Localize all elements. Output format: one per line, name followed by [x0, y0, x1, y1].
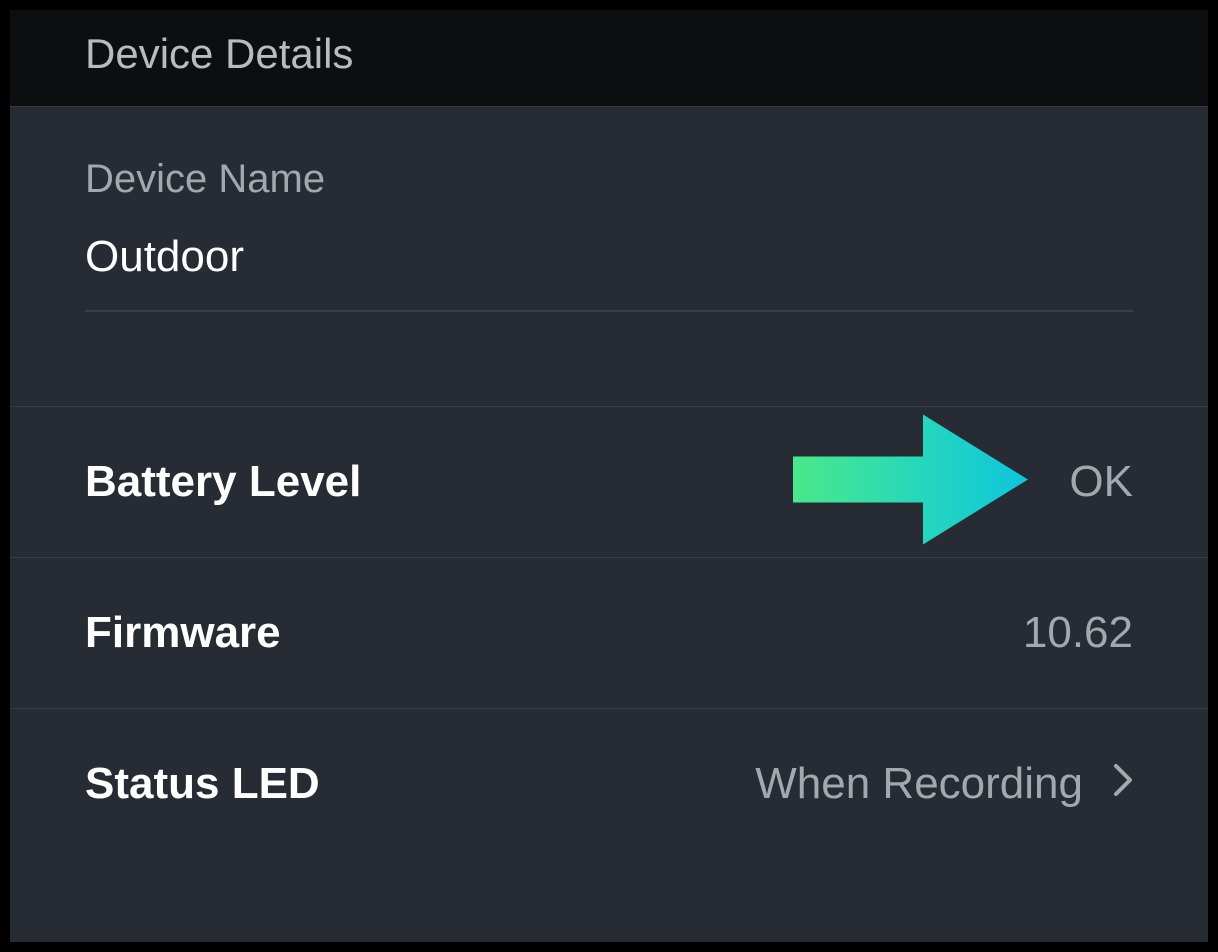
arrow-right-icon — [793, 415, 1028, 550]
chevron-right-icon — [1113, 762, 1133, 807]
header: Device Details — [10, 10, 1208, 107]
header-title: Device Details — [85, 30, 1208, 78]
battery-level-value-group: OK — [1069, 457, 1133, 507]
battery-level-value: OK — [1069, 457, 1133, 507]
device-name-label: Device Name — [10, 107, 1208, 212]
firmware-row: Firmware 10.62 — [10, 558, 1208, 709]
firmware-value-group: 10.62 — [1023, 608, 1133, 658]
device-details-panel: Device Details Device Name Outdoor Batte… — [10, 10, 1208, 942]
battery-level-row: Battery Level OK — [10, 407, 1208, 558]
spacer — [10, 312, 1208, 407]
status-led-label: Status LED — [85, 759, 320, 809]
status-led-row[interactable]: Status LED When Recording — [10, 709, 1208, 859]
device-name-value[interactable]: Outdoor — [10, 212, 1208, 310]
content: Device Name Outdoor Battery Level — [10, 107, 1208, 859]
battery-level-label: Battery Level — [85, 457, 361, 507]
status-led-value: When Recording — [755, 759, 1083, 809]
firmware-label: Firmware — [85, 608, 281, 658]
firmware-value: 10.62 — [1023, 608, 1133, 658]
status-led-value-group: When Recording — [755, 759, 1133, 809]
